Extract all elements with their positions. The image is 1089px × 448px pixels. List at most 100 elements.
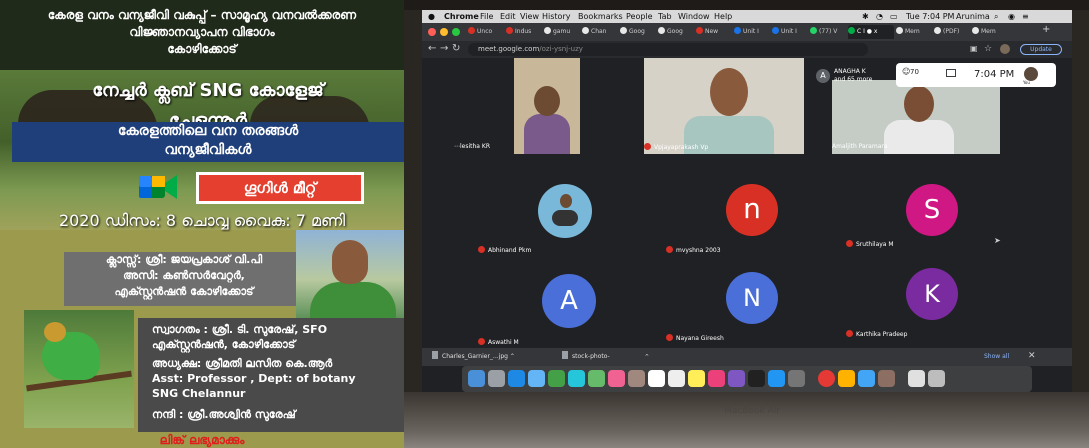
tab-item[interactable]: New [696,25,732,39]
apple-icon[interactable]: ● [428,10,435,23]
system-preferences-icon[interactable] [788,370,805,387]
tab-item[interactable]: Unit I [734,25,770,39]
siri-icon[interactable]: ◉ [1008,10,1015,23]
tab-label: Indus [515,28,532,35]
participant-avatar[interactable]: A [542,274,596,328]
participant-name-row: mvyshna 2003 [666,246,721,255]
menu-edit[interactable]: Edit [500,10,516,23]
tab-item[interactable]: Mem [972,25,1008,39]
forward-icon[interactable]: → [440,43,448,55]
app-icon[interactable] [878,370,895,387]
menu-tab[interactable]: Tab [658,10,672,23]
podcasts-icon[interactable] [728,370,745,387]
tab-item[interactable]: Unco [468,25,504,39]
trash-icon[interactable] [928,370,945,387]
participant-avatar[interactable]: n [726,184,778,236]
participant-avatar[interactable]: N [726,272,778,324]
tab-favicon-icon [972,27,979,34]
download-item[interactable]: stock-photo- [562,350,610,364]
bluetooth-icon[interactable]: ✱ [862,10,869,23]
music-icon[interactable] [708,370,725,387]
app-icon[interactable] [858,370,875,387]
app-store-icon[interactable] [768,370,785,387]
participant-avatar[interactable]: S [906,184,958,236]
tab-item[interactable]: (77) V [810,25,846,39]
wifi-icon[interactable]: ◔ [876,10,883,23]
minimize-window-icon[interactable] [440,28,448,36]
tab-item[interactable]: gamu [544,25,580,39]
new-tab-icon[interactable]: + [1042,24,1050,35]
tab-item[interactable]: Indus [506,25,542,39]
back-icon[interactable]: ← [428,43,436,55]
finder-icon[interactable] [468,370,485,387]
chevron-up-icon[interactable]: ⌃ [644,350,650,364]
update-button[interactable]: Update [1020,44,1062,55]
photos-icon[interactable] [608,370,625,387]
self-view-avatar[interactable] [1024,67,1038,81]
messages-icon[interactable] [568,370,585,387]
reminders-icon[interactable] [668,370,685,387]
participant-name-row: Aswathi M [478,338,519,347]
menu-chrome[interactable]: Chrome [444,10,479,23]
mail-icon[interactable] [528,370,545,387]
reload-icon[interactable]: ↻ [452,43,460,55]
download-item[interactable]: Charles_Garnier_...jpg ⌃ [432,350,515,364]
menu-bookmarks[interactable]: Bookmarks [578,10,623,23]
profile-avatar[interactable] [1000,44,1010,54]
app-icon[interactable] [838,370,855,387]
tv-icon[interactable] [748,370,765,387]
menu-window[interactable]: Window [678,10,710,23]
chat-icon[interactable] [946,69,956,77]
header-line: കോഴിക്കോട് [167,42,237,56]
mouse-pointer-icon: ➤ [994,236,1001,245]
menu-help[interactable]: Help [714,10,732,23]
close-window-icon[interactable] [428,28,436,36]
notification-icon[interactable]: ≡ [1022,10,1029,23]
menu-history[interactable]: History [542,10,570,23]
tab-item[interactable]: Unit I [772,25,808,39]
download-shelf: Charles_Garnier_...jpg ⌃ stock-photo- ⌃ … [422,348,1072,366]
tab-favicon-icon [658,27,665,34]
notes-icon[interactable] [688,370,705,387]
menu-user[interactable]: Arunima [956,10,990,23]
menu-people[interactable]: People [626,10,653,23]
tab-item[interactable]: (PDF) [934,25,970,39]
documents-icon[interactable] [908,370,925,387]
facetime-icon[interactable] [548,370,565,387]
more-options-icon[interactable]: ⋯ [454,143,460,151]
bookmark-star-icon[interactable]: ☆ [984,43,992,55]
camera-icon[interactable]: ▣ [970,43,978,55]
url-field[interactable]: meet.google.com/ozi-ysnj-uzy [468,43,868,56]
close-icon[interactable]: ✕ [1028,349,1036,363]
tab-active[interactable]: C I ● x [848,25,894,39]
menu-clock[interactable]: Tue 7:04 PM [906,10,954,23]
download-filename: Charles_Garnier_...jpg [442,353,508,360]
tab-item[interactable]: Chan [582,25,618,39]
tab-favicon-icon [934,27,941,34]
tab-item[interactable]: Goog [658,25,694,39]
browser-tab-strip: Unco Indus gamu Chan Goog Goog New Unit … [422,23,1072,41]
tab-item[interactable]: Mem [896,25,932,39]
participant-tile[interactable] [514,58,580,154]
participant-avatar[interactable]: K [906,268,958,320]
participant-name: lesitha KR [460,143,490,150]
chevron-up-icon[interactable]: ⌃ [510,353,515,360]
menu-view[interactable]: View [520,10,539,23]
maps-icon[interactable] [588,370,605,387]
participant-tile[interactable] [644,58,804,154]
spotlight-icon[interactable]: ⌕ [994,10,998,23]
participant-photo-avatar[interactable] [538,184,592,238]
menu-file[interactable]: File [480,10,493,23]
tab-item[interactable]: Goog [620,25,656,39]
tab-label: (PDF) [943,28,960,35]
calendar-icon[interactable] [648,370,665,387]
contacts-icon[interactable] [628,370,645,387]
safari-icon[interactable] [508,370,525,387]
show-all-link[interactable]: Show all [984,350,1009,364]
maximize-window-icon[interactable] [452,28,460,36]
header-line: കേരള വനം വന്യജീവി വകുപ്പ് – സാമൂഹ്യ വനവൽ… [47,8,357,22]
launchpad-icon[interactable] [488,370,505,387]
battery-icon[interactable]: ▭ [890,10,898,23]
chrome-icon[interactable] [818,370,835,387]
participant-name: Nayana Gireesh [676,335,724,342]
